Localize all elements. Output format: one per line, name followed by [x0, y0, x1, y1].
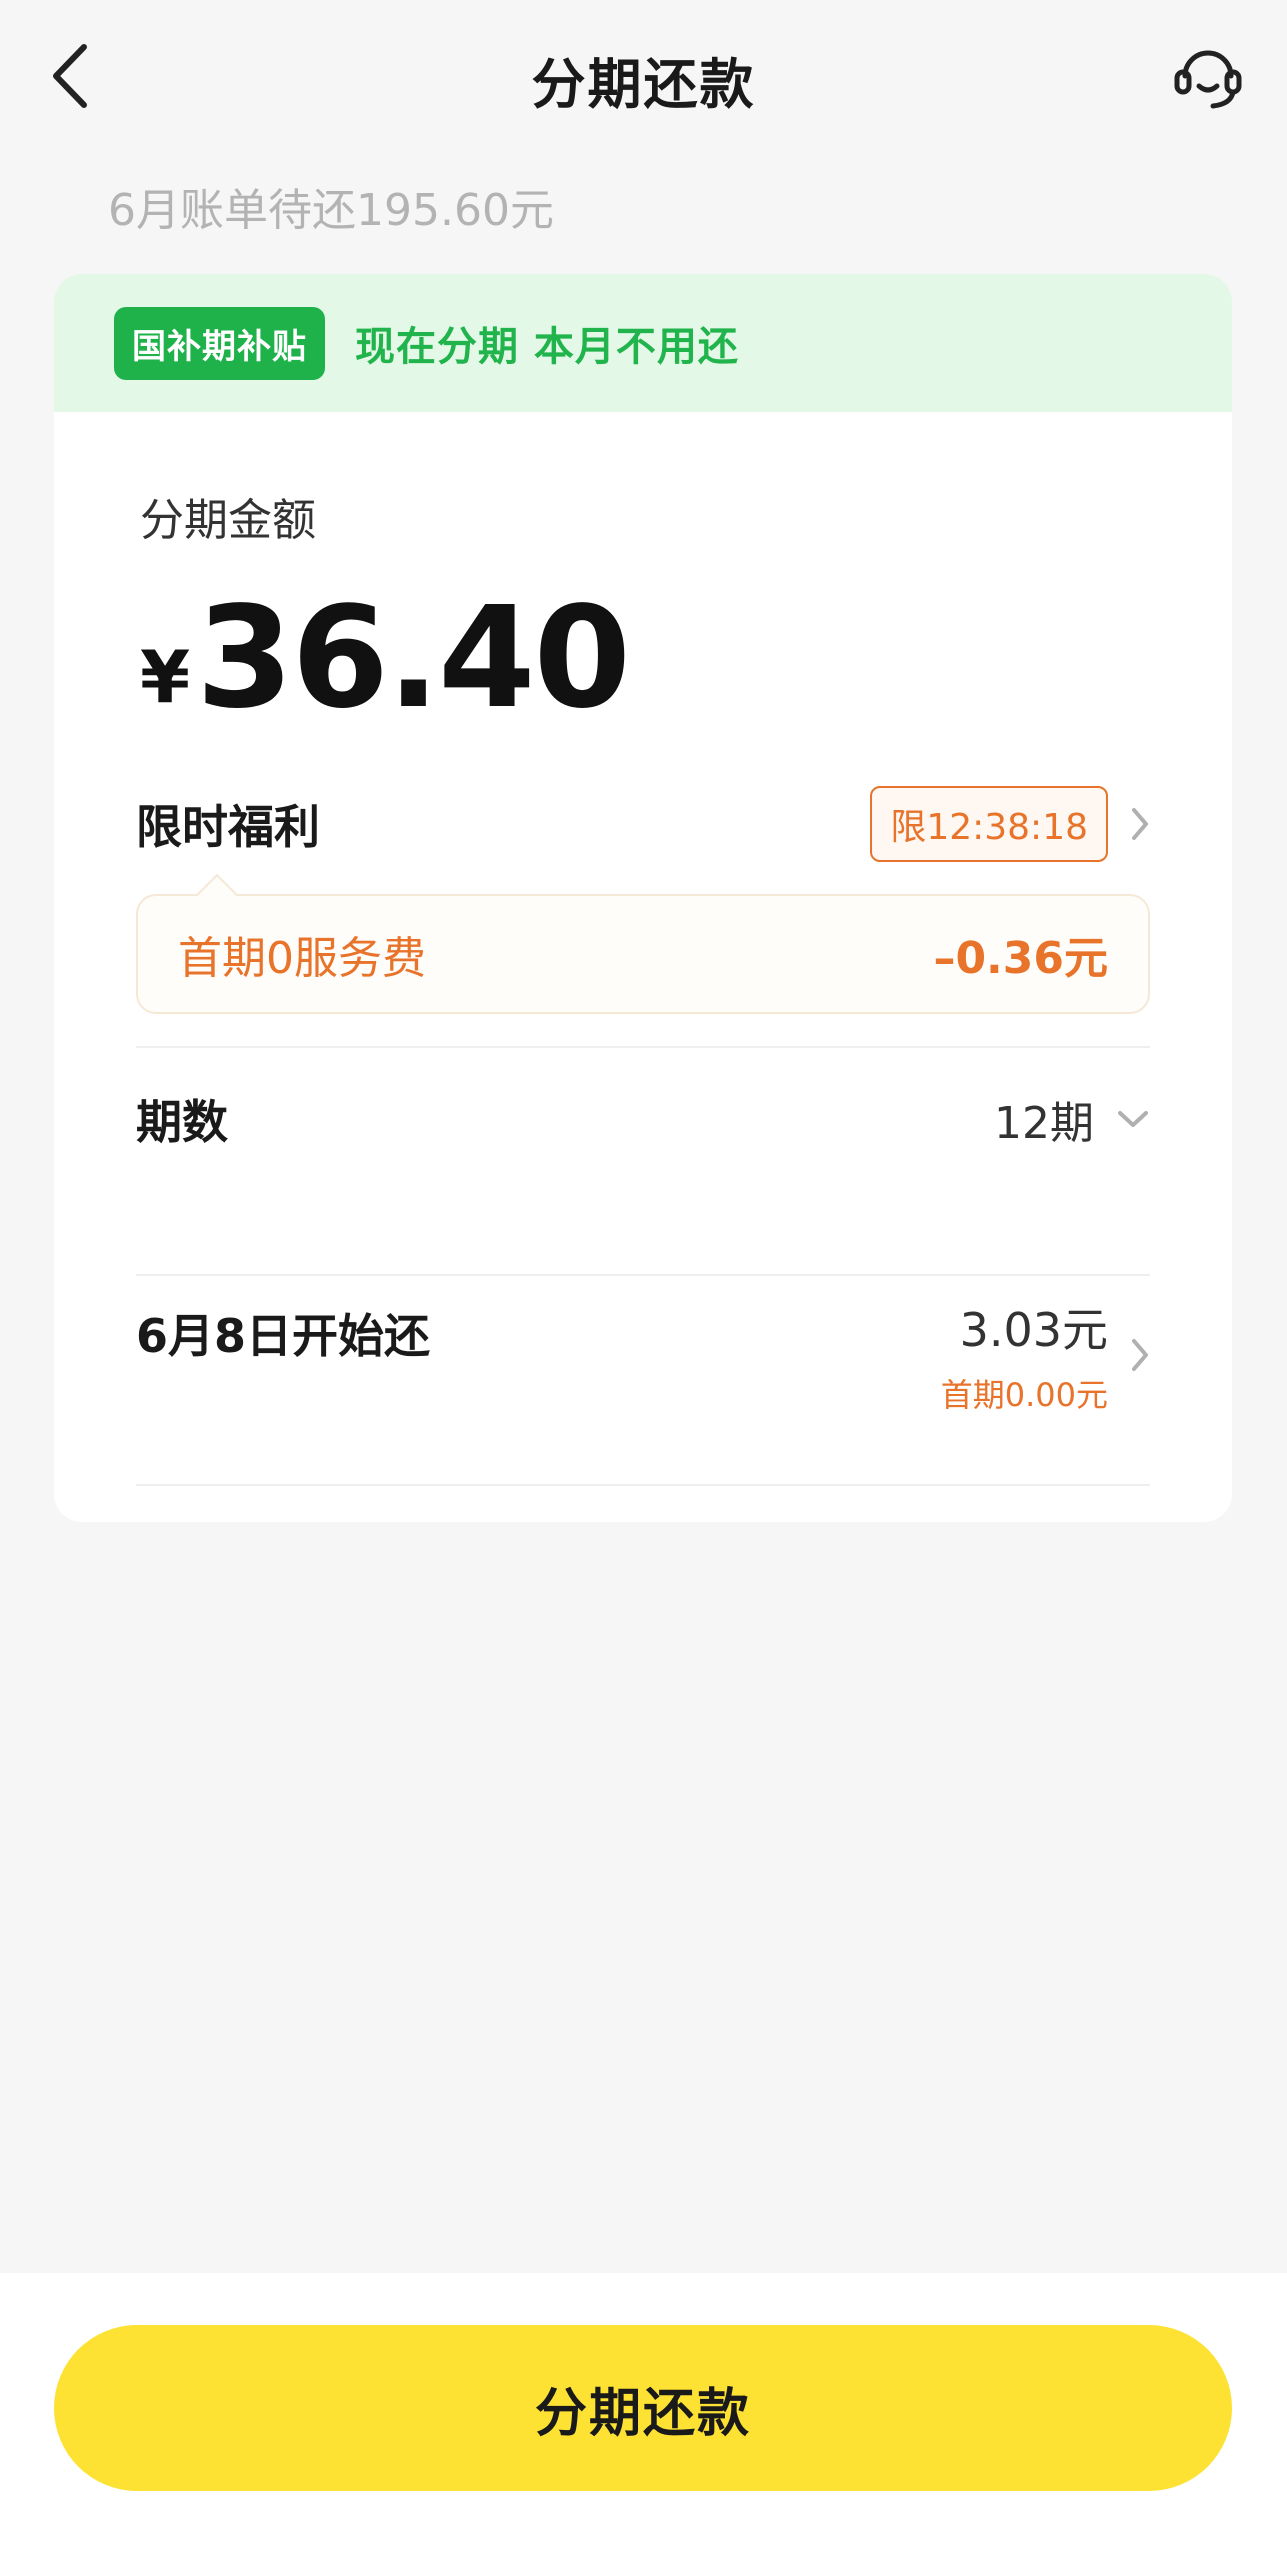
installment-card: 国补期补贴 现在分期 本月不用还 分期金额 ¥ 36.40 限时福利 限12:3… [54, 274, 1232, 1522]
chevron-right-icon [1132, 808, 1148, 840]
first-period-amount: 首期0.00元 [940, 1376, 1108, 1414]
benefit-item: 首期0服务费 –0.36元 [136, 894, 1150, 1014]
installment-repay-button[interactable]: 分期还款 [54, 2325, 1232, 2491]
period-label: 期数 [136, 1095, 228, 1149]
monthly-amount: 3.03元 [959, 1303, 1108, 1357]
header: 分期还款 [0, 0, 1287, 150]
benefit-right: 限12:38:18 [870, 786, 1150, 862]
headset-icon [1174, 50, 1242, 109]
amount-value: 36.40 [196, 577, 631, 740]
period-value: 12期 [994, 1098, 1094, 1149]
chevron-right-icon [1132, 1339, 1148, 1371]
chevron-down-icon [1118, 1111, 1148, 1127]
start-date-label: 6月8日开始还 [136, 1309, 431, 1363]
divider [136, 1046, 1150, 1048]
promo-text: 现在分期 本月不用还 [355, 324, 739, 370]
installment-page: 分期还款 6月账单待还195.60元 国补期补贴 现在分期 本月不用还 分期金额… [0, 0, 1287, 2563]
benefit-item-value: –0.36元 [933, 933, 1108, 984]
start-right: 3.03元 首期0.00元 [941, 1294, 1150, 1416]
period-selector[interactable]: 期数 12期 [136, 1064, 1150, 1174]
benefit-row[interactable]: 限时福利 限12:38:18 [136, 784, 1150, 864]
promo-badge: 国补期补贴 [114, 306, 325, 380]
countdown-badge: 限12:38:18 [870, 786, 1108, 862]
divider [136, 1484, 1150, 1486]
currency-symbol: ¥ [140, 635, 191, 719]
bill-summary: 6月账单待还195.60元 [108, 185, 554, 236]
promo-banner: 国补期补贴 现在分期 本月不用还 [54, 274, 1232, 412]
benefit-title: 限时福利 [136, 800, 320, 854]
repayment-plan-row[interactable]: 6月8日开始还 3.03元 首期0.00元 [136, 1274, 1150, 1454]
bottom-bar: 分期还款 [0, 2273, 1287, 2563]
start-values: 3.03元 首期0.00元 [941, 1294, 1108, 1416]
period-right: 12期 [994, 1087, 1150, 1151]
benefit-item-name: 首期0服务费 [178, 933, 426, 984]
page-title: 分期还款 [531, 53, 756, 116]
customer-service-button[interactable] [1165, 34, 1251, 120]
amount-display[interactable]: ¥ 36.40 [140, 577, 631, 740]
amount-label: 分期金额 [140, 495, 316, 546]
